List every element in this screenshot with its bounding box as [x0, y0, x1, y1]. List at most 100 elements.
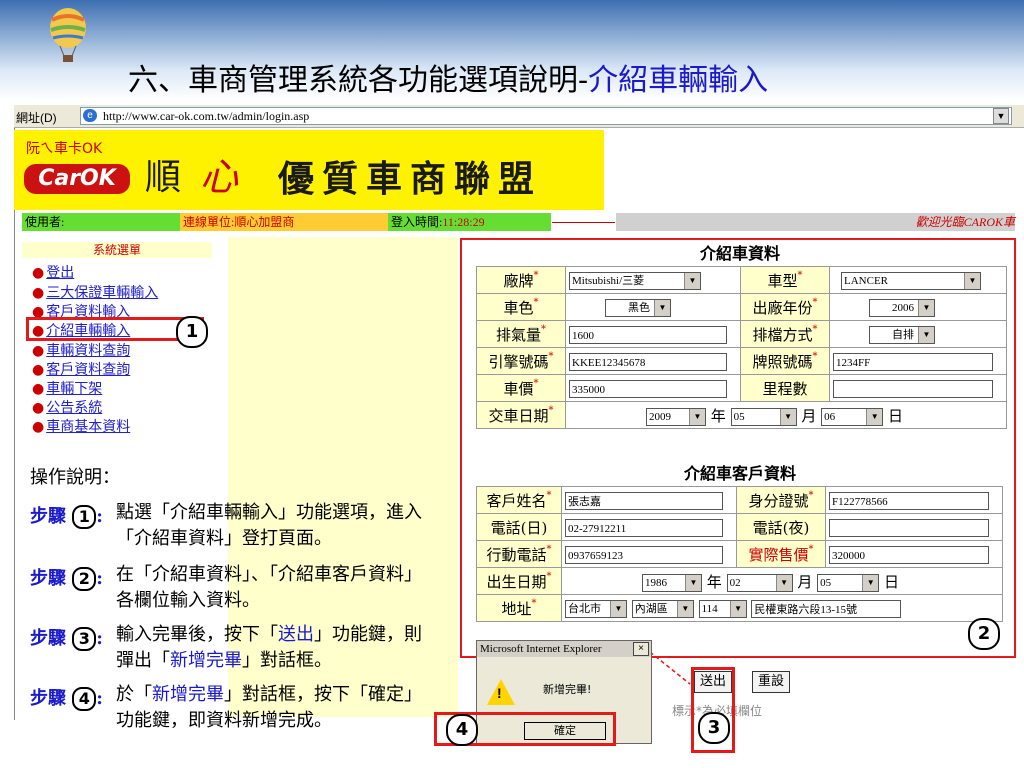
- menu-item-car-query[interactable]: ● 車輛資料查詢: [32, 340, 130, 360]
- tel-night-input[interactable]: [829, 518, 989, 537]
- cc-label: 排氣量*: [476, 320, 566, 348]
- actual-price-input[interactable]: 320000: [829, 545, 989, 564]
- chevron-down-icon: ▼: [918, 326, 934, 343]
- step-4-label: 步驟 4:: [30, 687, 103, 711]
- vehicle-table: 廠牌* Mitsubishi/三菱 ▼ 車型* LANCER ▼ 車色* 黑色 ▼ 出…: [476, 266, 1007, 429]
- vehicle-section-header: 介紹車資料: [699, 244, 780, 263]
- chevron-down-icon: ▼: [775, 574, 792, 591]
- id-input[interactable]: F122778566: [829, 491, 989, 510]
- delivery-day-select[interactable]: 06 ▼: [821, 407, 884, 426]
- chevron-down-icon: ▼: [684, 272, 700, 289]
- chevron-down-icon: ▼: [654, 299, 670, 316]
- step-2-label: 步驟 2:: [30, 567, 103, 591]
- menu-item-guarantee-car[interactable]: ● 三大保證車輛輸入: [32, 282, 158, 302]
- status-welcome: 歡迎光臨CAROK車: [616, 213, 1015, 231]
- color-select[interactable]: 黑色 ▼: [605, 298, 671, 317]
- menu-header: 系統選單: [22, 242, 212, 258]
- status-unit: 連線單位:順心加盟商: [180, 213, 388, 231]
- banner-tagline: 優質車商聯盟: [278, 159, 543, 200]
- step-3-text: 輸入完畢後，按下「送出」功能鍵，則彈出「新增完畢」對話框。: [116, 624, 422, 671]
- menu-item-customer-query[interactable]: ● 客戶資料查詢: [32, 359, 130, 379]
- reset-button[interactable]: 重設: [752, 671, 790, 693]
- step-2-text: 在「介紹車資料」、「介紹車客戶資料」各欄位輸入資料。: [116, 564, 413, 611]
- actual-price-label: 實際售價*: [736, 540, 826, 568]
- url-input[interactable]: e http://www.car-ok.com.tw/admin/login.a…: [80, 107, 1012, 125]
- balloon-icon: [50, 8, 86, 62]
- name-input[interactable]: 張志嘉: [565, 491, 723, 510]
- district-select[interactable]: 內湖區 ▼: [631, 599, 694, 618]
- menu-item-logout[interactable]: ● 登出: [32, 262, 74, 282]
- delivery-month-select[interactable]: 05 ▼: [730, 407, 797, 426]
- chevron-down-icon[interactable]: ▼: [993, 108, 1009, 124]
- logo-word: CarOK: [24, 164, 130, 194]
- mobile-input[interactable]: 0937659123: [565, 545, 723, 564]
- birth-day-select[interactable]: 05 ▼: [817, 573, 880, 592]
- url-text: http://www.car-ok.com.tw/admin/login.asp: [103, 109, 310, 123]
- engine-input[interactable]: KKEE12345678: [569, 352, 727, 371]
- step-1-text: 點選「介紹車輛輸入」功能選項，進入「介紹車資料」登打頁面。: [116, 502, 422, 549]
- customer-section-header: 介紹車客戶資料: [683, 464, 796, 483]
- tel-night-label: 電話(夜): [736, 513, 826, 541]
- plate-input[interactable]: 1234FF: [833, 352, 993, 371]
- warning-mark: !: [497, 685, 502, 701]
- plate-label: 牌照號碼*: [740, 347, 830, 375]
- year-select[interactable]: 2006 ▼: [869, 298, 935, 317]
- city-select[interactable]: 台北市 ▼: [565, 599, 627, 618]
- logo-top-text: 阮ㄟ車卡OK: [26, 141, 103, 157]
- menu-item-announcement[interactable]: ● 公告系統: [32, 397, 102, 417]
- price-input[interactable]: 335000: [569, 379, 727, 398]
- menu-item-dealer-info[interactable]: ● 車商基本資料: [32, 416, 130, 436]
- delivery-label: 交車日期*: [476, 401, 566, 429]
- mileage-label: 里程數: [740, 374, 830, 402]
- brand-select[interactable]: Mitsubishi/三菱 ▼: [569, 271, 701, 290]
- banner-xin: 心: [200, 155, 239, 199]
- chevron-down-icon: ▼: [779, 408, 796, 425]
- chevron-down-icon: ▼: [729, 600, 746, 617]
- carok-logo: 阮ㄟ車卡OK CarOK: [22, 136, 134, 204]
- address-label: 網址(D): [16, 111, 57, 125]
- chevron-down-icon: ▼: [676, 600, 693, 617]
- brand-label: 廠牌*: [476, 266, 566, 294]
- birth-month-select[interactable]: 02 ▼: [726, 573, 793, 592]
- slide-title: 六、車商管理系統各功能選項說明-介紹車輛輸入: [128, 63, 769, 98]
- step-1-label: 步驟 1:: [30, 505, 103, 529]
- name-label: 客戶姓名*: [476, 486, 562, 514]
- instructions-title: 操作說明：: [30, 467, 120, 488]
- connector-line: [650, 651, 691, 685]
- year-label: 出廠年份*: [740, 293, 830, 321]
- marker-3: 3: [698, 712, 730, 744]
- marker-1: 1: [176, 316, 208, 348]
- chevron-down-icon: ▼: [689, 408, 705, 425]
- dialog-message: 新增完畢!: [543, 683, 592, 696]
- status-divider: [552, 213, 615, 223]
- gear-label: 排檔方式*: [740, 320, 830, 348]
- chevron-down-icon: ▼: [918, 299, 934, 316]
- menu-item-car-remove[interactable]: ● 車輛下架: [32, 378, 102, 398]
- model-label: 車型*: [740, 266, 830, 294]
- cc-input[interactable]: 1600: [569, 325, 727, 344]
- address-label: 地址*: [476, 594, 562, 622]
- customer-table: 客戶姓名* 張志嘉 身分證號* F122778566 電話(日) 02-2791…: [476, 486, 1003, 622]
- mobile-label: 行動電話*: [476, 540, 562, 568]
- street-input[interactable]: 民權東路六段13-15號: [751, 599, 902, 618]
- tel-day-input[interactable]: 02-27912211: [565, 518, 723, 537]
- step-4-text: 於「新增完畢」對話框，按下「確定」功能鍵，即資料新增完成。: [116, 684, 413, 731]
- mileage-input[interactable]: [833, 379, 993, 398]
- status-login-time: 登入時間:11:28:29: [388, 213, 551, 231]
- title-highlight: 介紹車輛輸入: [588, 63, 769, 98]
- model-select[interactable]: LANCER ▼: [841, 271, 981, 290]
- zip-select[interactable]: 114 ▼: [698, 599, 747, 618]
- close-icon[interactable]: ×: [633, 642, 649, 656]
- color-label: 車色*: [476, 293, 566, 321]
- birth-year-select[interactable]: 1986 ▼: [642, 573, 702, 592]
- chevron-down-icon: ▼: [866, 408, 883, 425]
- status-user: 使用者:: [22, 213, 180, 231]
- chevron-down-icon: ▼: [964, 272, 980, 289]
- marker-2: 2: [968, 618, 1000, 650]
- gear-select[interactable]: 自排 ▼: [869, 325, 935, 344]
- banner-shun: 順: [145, 157, 182, 198]
- step-3-label: 步驟 3:: [30, 627, 103, 651]
- address-bar: 網址(D) e http://www.car-ok.com.tw/admin/l…: [14, 105, 1024, 128]
- delivery-year-select[interactable]: 2009 ▼: [646, 407, 706, 426]
- birth-label: 出生日期*: [476, 567, 562, 595]
